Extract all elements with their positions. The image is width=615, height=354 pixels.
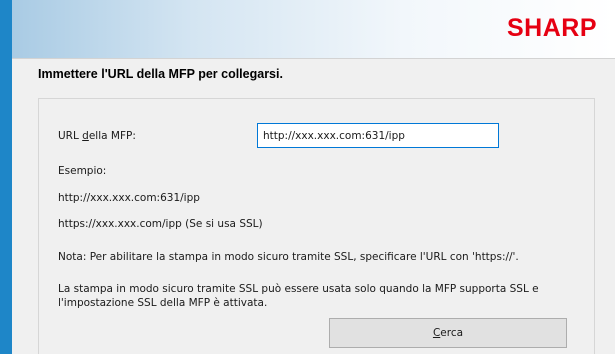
sharp-logo: SHARP xyxy=(506,14,597,42)
accent-strip xyxy=(0,0,12,354)
search-button[interactable]: Cerca xyxy=(329,318,567,348)
page-title: Immettere l'URL della MFP per collegarsi… xyxy=(38,67,283,81)
example-url-http: http://xxx.xxx.com:631/ipp xyxy=(58,192,200,204)
header-banner: SHARP xyxy=(12,0,615,58)
example-heading: Esempio: xyxy=(58,165,107,177)
url-label: URL della MFP: xyxy=(58,130,136,142)
printer-setup-dialog: SHARP Immettere l'URL della MFP per coll… xyxy=(0,0,615,354)
header-divider xyxy=(12,58,615,59)
ssl-note: Nota: Per abilitare la stampa in modo si… xyxy=(58,251,519,263)
url-input[interactable] xyxy=(257,123,499,148)
example-url-https: https://xxx.xxx.com/ipp (Se si usa SSL) xyxy=(58,218,263,230)
ssl-info-note: La stampa in modo sicuro tramite SSL può… xyxy=(58,283,539,309)
